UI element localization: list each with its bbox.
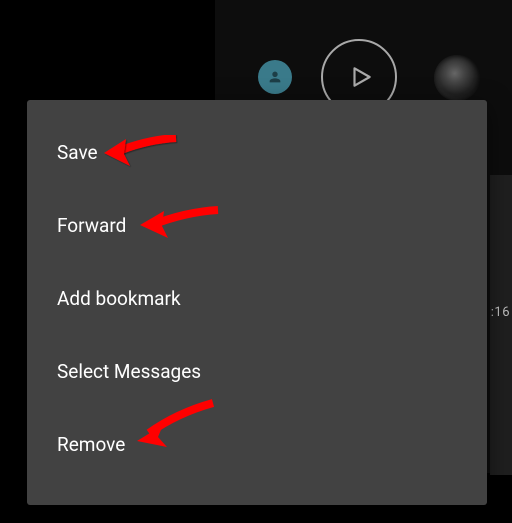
sender-avatar-icon[interactable] [258,60,292,94]
play-icon [348,64,374,90]
message-context-menu: Save Forward Add bookmark Select Message… [27,100,487,505]
menu-item-add-bookmark[interactable]: Add bookmark [27,262,487,335]
menu-item-remove[interactable]: Remove [27,408,487,481]
person-icon [267,69,283,85]
menu-item-forward[interactable]: Forward [27,189,487,262]
message-timestamp: :16 [491,305,510,320]
menu-item-save[interactable]: Save [27,116,487,189]
user-avatar[interactable] [434,55,480,101]
menu-item-select-messages[interactable]: Select Messages [27,335,487,408]
